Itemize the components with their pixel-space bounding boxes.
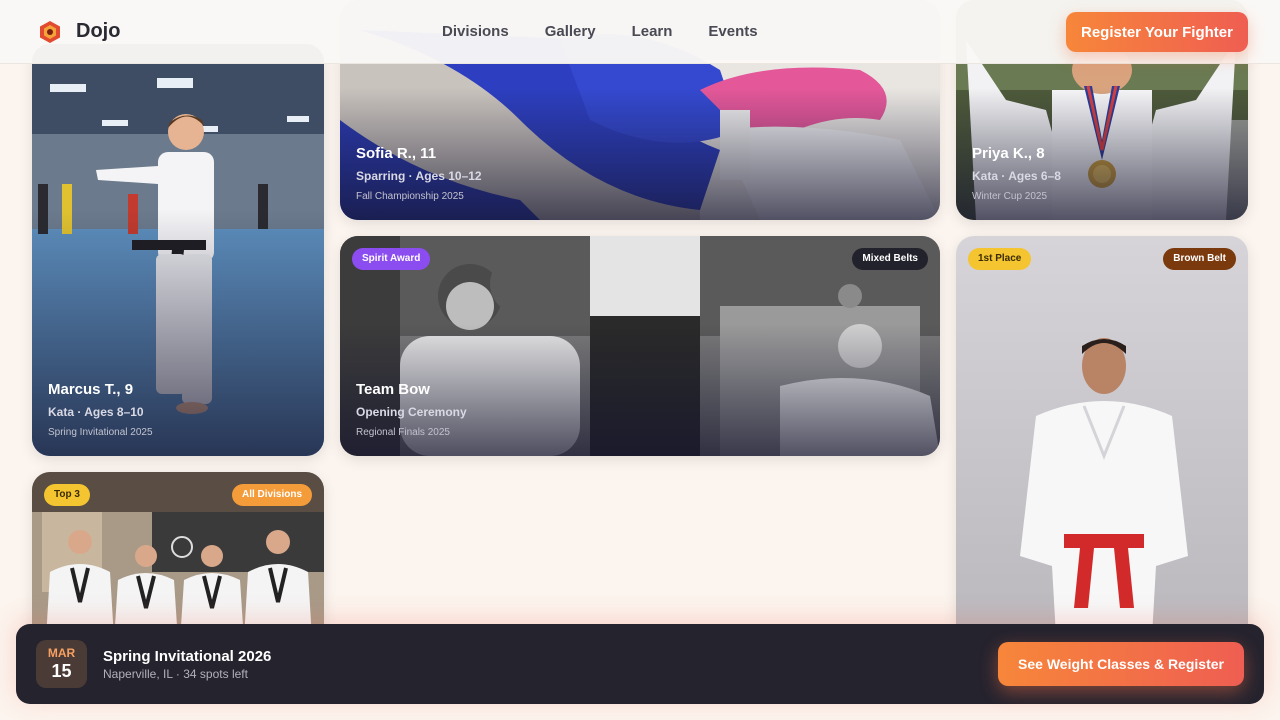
card-info: Priya K., 8 Kata · Ages 6–8 Winter Cup 2…: [972, 145, 1061, 202]
fighter-name: Marcus T., 9: [48, 381, 134, 398]
gallery-card-marcus[interactable]: Marcus T., 9 Kata · Ages 8–10 Spring Inv…: [32, 44, 324, 456]
nav-learn[interactable]: Learn: [632, 23, 673, 40]
top-3-badge: Top 3: [44, 484, 90, 506]
site-header: Dojo Divisions Gallery Learn Events Regi…: [0, 0, 1280, 64]
card-info: Sofia R., 11 Sparring · Ages 10–12 Fall …: [356, 145, 482, 202]
nav-events[interactable]: Events: [708, 23, 757, 40]
brown-belt-badge: Brown Belt: [1163, 248, 1236, 270]
event-day: 15: [51, 661, 72, 681]
team-division: Opening Ceremony: [356, 405, 467, 419]
main-nav: Divisions Gallery Learn Events: [442, 23, 794, 40]
fighter-event: Spring Invitational 2025: [48, 427, 153, 438]
team-event: Regional Finals 2025: [356, 427, 450, 438]
brand-name[interactable]: Dojo: [76, 20, 120, 43]
all-divisions-badge: All Divisions: [231, 484, 312, 506]
see-weight-classes-button[interactable]: See Weight Classes & Register: [998, 642, 1244, 686]
event-title: Spring Invitational 2026: [103, 648, 272, 665]
fighter-division: Kata · Ages 8–10: [48, 405, 144, 419]
gallery-card-brown-belt[interactable]: 1st Place Brown Belt: [956, 236, 1248, 656]
fighter-event: Fall Championship 2025: [356, 191, 464, 202]
photo-karate-fighter-portrait: [956, 236, 1248, 656]
event-subtitle: Naperville, IL · 34 spots left: [103, 667, 248, 681]
event-month: MAR: [47, 646, 76, 660]
gallery-card-team-bow[interactable]: Spirit Award Mixed Belts Team Bow Openin…: [340, 236, 940, 456]
fighter-event: Winter Cup 2025: [972, 191, 1048, 202]
fighter-division: Sparring · Ages 10–12: [356, 169, 482, 183]
mixed-belts-badge: Mixed Belts: [852, 248, 928, 270]
register-fighter-button[interactable]: Register Your Fighter: [1066, 12, 1248, 52]
first-place-badge: 1st Place: [968, 248, 1032, 270]
card-info: Marcus T., 9 Kata · Ages 8–10 Spring Inv…: [48, 381, 153, 438]
dojo-logo-icon[interactable]: [38, 20, 62, 44]
nav-gallery[interactable]: Gallery: [545, 23, 596, 40]
fighter-division: Kata · Ages 6–8: [972, 169, 1061, 183]
team-name: Team Bow: [356, 381, 430, 398]
nav-divisions[interactable]: Divisions: [442, 23, 509, 40]
fighter-name: Priya K., 8: [972, 145, 1045, 162]
spirit-award-badge: Spirit Award: [352, 248, 431, 270]
event-date-tile: MAR 15: [36, 640, 87, 688]
upcoming-event-bar: MAR 15 Spring Invitational 2026 Napervil…: [16, 624, 1264, 704]
card-info: Team Bow Opening Ceremony Regional Final…: [356, 381, 467, 438]
fighter-name: Sofia R., 11: [356, 145, 437, 162]
